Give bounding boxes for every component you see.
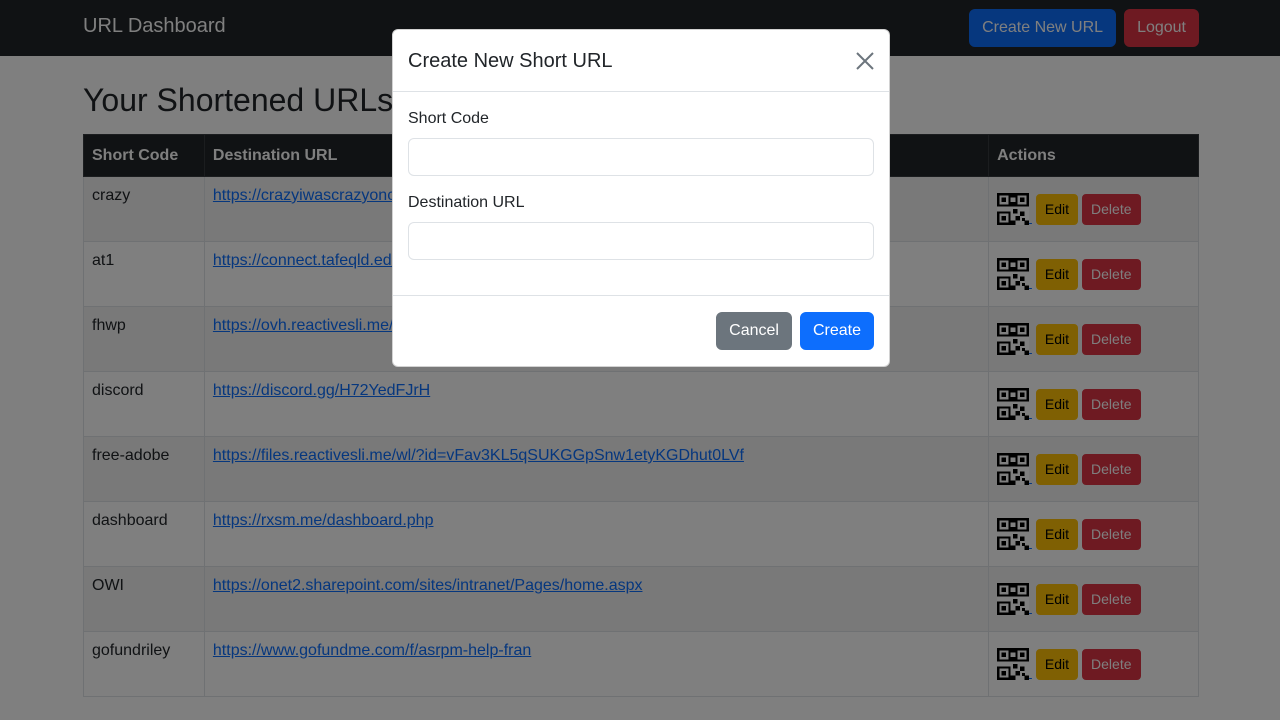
close-icon[interactable] [853,49,877,73]
modal-body: Short Code Destination URL [393,92,889,296]
cancel-button[interactable]: Cancel [716,312,792,350]
modal-footer: Cancel Create [393,295,889,366]
modal-header: Create New Short URL [393,30,889,92]
modal-title: Create New Short URL [408,50,613,72]
destination-url-label: Destination URL [408,194,525,211]
create-button[interactable]: Create [799,312,874,350]
short-code-label: Short Code [408,110,489,127]
destination-url-input[interactable] [408,222,874,260]
create-url-modal: Create New Short URL Short Code Destinat… [392,29,890,367]
short-code-input[interactable] [408,138,874,176]
